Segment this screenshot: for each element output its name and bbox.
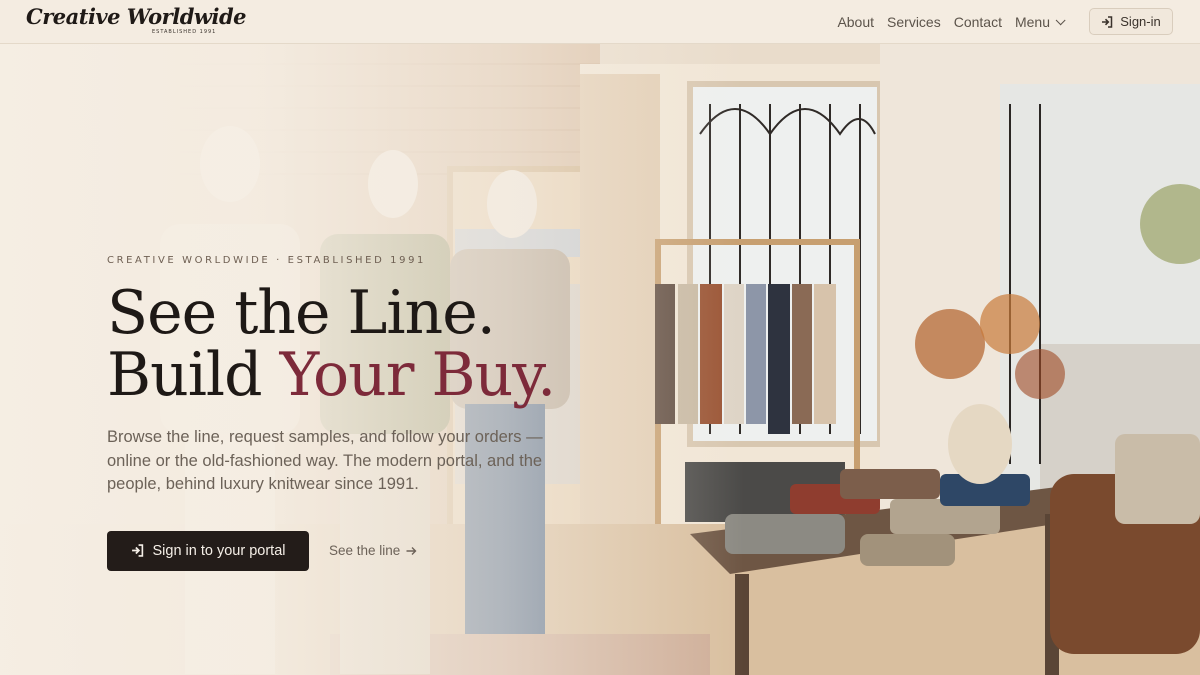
sign-in-icon	[131, 544, 143, 557]
chevron-down-icon	[1055, 14, 1066, 25]
hero-subtext: Browse the line, request samples, and fo…	[107, 428, 543, 493]
hero-eyebrow: CREATIVE WORLDWIDE · ESTABLISHED 1991	[107, 255, 427, 266]
main-nav: About Services Contact Menu	[837, 0, 1066, 44]
nav-contact[interactable]: Contact	[954, 14, 1002, 30]
hero-content: CREATIVE WORLDWIDE · ESTABLISHED 1991 Se…	[107, 255, 627, 571]
header-signin-label: Sign-in	[1120, 14, 1161, 29]
brand-logo[interactable]: Creative Worldwide ESTABLISHED 1991	[26, 4, 247, 38]
portal-signin-button[interactable]: Sign in to your portal	[107, 530, 309, 571]
nav-services[interactable]: Services	[887, 14, 941, 30]
logo-text: Creative Worldwide	[26, 4, 247, 29]
see-the-line-label: See the line	[329, 543, 401, 558]
headline-accent: Your Buy.	[279, 340, 557, 410]
hero-cta-group: Sign in to your portal See the line	[107, 530, 627, 571]
logo-subtext: ESTABLISHED 1991	[152, 29, 217, 35]
hero-headline: See the Line. Build Your Buy.	[107, 282, 627, 406]
nav-menu-dropdown[interactable]: Menu	[1014, 14, 1066, 30]
site-header: Creative Worldwide ESTABLISHED 1991 Abou…	[0, 0, 1200, 44]
portal-signin-label: Sign in to your portal	[152, 542, 286, 559]
nav-about[interactable]: About	[837, 14, 874, 30]
headline-line-1: See the Line.	[107, 278, 496, 348]
header-signin-button[interactable]: Sign-in	[1089, 8, 1173, 35]
see-the-line-link[interactable]: See the line	[329, 543, 417, 558]
sign-in-icon	[1102, 15, 1113, 28]
nav-menu-label: Menu	[1014, 14, 1050, 30]
arrow-right-icon	[406, 546, 417, 555]
headline-line-2-prefix: Build	[107, 340, 280, 410]
